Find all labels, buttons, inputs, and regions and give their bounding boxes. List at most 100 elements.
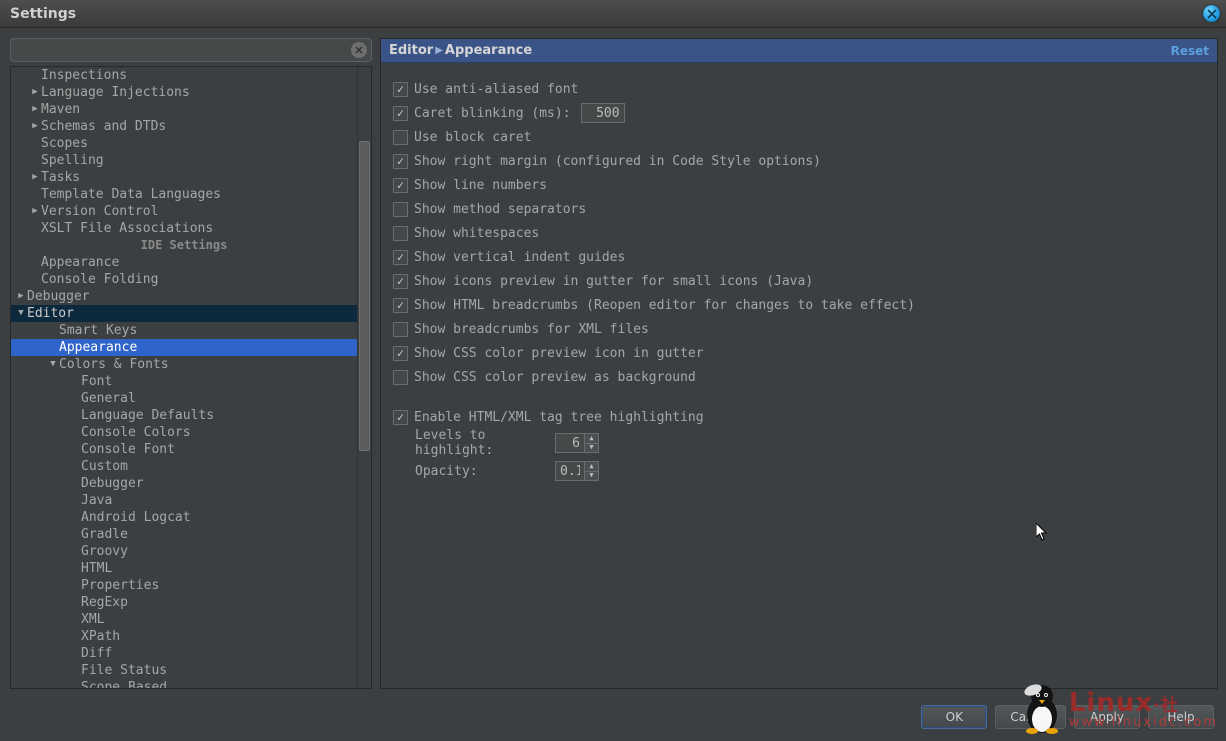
tree-item[interactable]: ▶Diff: [11, 645, 357, 662]
chevron-right-icon[interactable]: ▶: [29, 118, 41, 135]
tree-item-label: Scope Based: [81, 679, 167, 688]
tree-item-label: Maven: [41, 101, 80, 118]
tree-item[interactable]: ▶XPath: [11, 628, 357, 645]
tree-item[interactable]: ▶Gradle: [11, 526, 357, 543]
tree-item-label: Language Injections: [41, 84, 190, 101]
tree-item-label: Font: [81, 373, 112, 390]
chevron-right-icon[interactable]: ▶: [29, 84, 41, 101]
opt-whitespaces[interactable]: Show whitespaces: [393, 221, 1205, 245]
tree-item[interactable]: ▶Debugger: [11, 288, 357, 305]
tree-item[interactable]: ▶Console Font: [11, 441, 357, 458]
opt-html-breadcrumbs[interactable]: Show HTML breadcrumbs (Reopen editor for…: [393, 293, 1205, 317]
tree-item[interactable]: ▶Console Folding: [11, 271, 357, 288]
opt-caret-blinking[interactable]: Caret blinking (ms):: [393, 101, 1205, 125]
opt-css-background[interactable]: Show CSS color preview as background: [393, 365, 1205, 389]
opacity-input[interactable]: [555, 461, 585, 481]
checkbox-icon[interactable]: [393, 346, 408, 361]
tree-item[interactable]: ▶Font: [11, 373, 357, 390]
reset-link[interactable]: Reset: [1171, 44, 1209, 58]
opt-method-separators[interactable]: Show method separators: [393, 197, 1205, 221]
content: ▶Inspections▶Language Injections▶Maven▶S…: [0, 28, 1226, 693]
spinner-icon[interactable]: ▲▼: [585, 461, 599, 481]
tree-item[interactable]: ▶HTML: [11, 560, 357, 577]
tree-item[interactable]: ▶Java: [11, 492, 357, 509]
help-button[interactable]: Help: [1148, 705, 1214, 729]
scrollbar-thumb[interactable]: [359, 141, 370, 451]
tree-item[interactable]: ▶Custom: [11, 458, 357, 475]
tree-item[interactable]: ▶Scope Based: [11, 679, 357, 688]
tree-item[interactable]: ▶Android Logcat: [11, 509, 357, 526]
tree-item[interactable]: ▶RegExp: [11, 594, 357, 611]
tree-item[interactable]: ▶Appearance: [11, 254, 357, 271]
tree-item[interactable]: ▶File Status: [11, 662, 357, 679]
checkbox-icon[interactable]: [393, 250, 408, 265]
tree-item[interactable]: ▶Appearance: [11, 339, 357, 356]
caret-blink-input[interactable]: [581, 103, 625, 123]
checkbox-icon[interactable]: [393, 410, 408, 425]
checkbox-icon[interactable]: [393, 130, 408, 145]
opt-line-numbers[interactable]: Show line numbers: [393, 173, 1205, 197]
chevron-right-icon[interactable]: ▶: [29, 169, 41, 186]
checkbox-icon[interactable]: [393, 178, 408, 193]
tree-item-label: Android Logcat: [81, 509, 191, 526]
tree-item[interactable]: ▶XSLT File Associations: [11, 220, 357, 237]
chevron-right-icon[interactable]: ▶: [29, 101, 41, 118]
tree-item-label: XML: [81, 611, 104, 628]
opt-indent-guides[interactable]: Show vertical indent guides: [393, 245, 1205, 269]
search-field[interactable]: [10, 38, 372, 62]
checkbox-icon[interactable]: [393, 202, 408, 217]
tree-item[interactable]: ▶Inspections: [11, 67, 357, 84]
tree-item[interactable]: ▶Scopes: [11, 135, 357, 152]
chevron-down-icon[interactable]: ▼: [47, 356, 59, 373]
chevron-down-icon[interactable]: ▼: [15, 305, 27, 322]
tree-item[interactable]: ▶Smart Keys: [11, 322, 357, 339]
tree-item-label: Properties: [81, 577, 159, 594]
tree-item[interactable]: ▶Properties: [11, 577, 357, 594]
levels-input[interactable]: [555, 433, 585, 453]
tree-item[interactable]: ▶Debugger: [11, 475, 357, 492]
tree-item[interactable]: ▶Console Colors: [11, 424, 357, 441]
chevron-right-icon[interactable]: ▶: [15, 288, 27, 305]
tree-item[interactable]: ▶Groovy: [11, 543, 357, 560]
tree-item[interactable]: ▼Editor: [11, 305, 357, 322]
tree-item[interactable]: ▶XML: [11, 611, 357, 628]
tree-item-label: Editor: [27, 305, 74, 322]
chevron-right-icon[interactable]: ▶: [29, 203, 41, 220]
close-icon[interactable]: [1203, 5, 1220, 22]
tree-item[interactable]: ▶Language Defaults: [11, 407, 357, 424]
opt-tag-tree[interactable]: Enable HTML/XML tag tree highlighting: [393, 405, 1205, 429]
ok-button[interactable]: OK: [921, 705, 987, 729]
tree-item[interactable]: ▶Language Injections: [11, 84, 357, 101]
apply-button[interactable]: Apply: [1074, 705, 1140, 729]
tree-item[interactable]: ▶Template Data Languages: [11, 186, 357, 203]
tree-item[interactable]: ▶Version Control: [11, 203, 357, 220]
checkbox-icon[interactable]: [393, 82, 408, 97]
checkbox-icon[interactable]: [393, 226, 408, 241]
tree-item[interactable]: ▼Colors & Fonts: [11, 356, 357, 373]
tree-item[interactable]: ▶Tasks: [11, 169, 357, 186]
opt-block-caret[interactable]: Use block caret: [393, 125, 1205, 149]
tree-item[interactable]: ▶Schemas and DTDs: [11, 118, 357, 135]
tree-item[interactable]: ▶Maven: [11, 101, 357, 118]
spinner-icon[interactable]: ▲▼: [585, 433, 599, 453]
checkbox-icon[interactable]: [393, 370, 408, 385]
opt-label: Caret blinking (ms):: [414, 106, 571, 121]
checkbox-icon[interactable]: [393, 106, 408, 121]
opt-gutter-icons[interactable]: Show icons preview in gutter for small i…: [393, 269, 1205, 293]
tree-item[interactable]: ▶Spelling: [11, 152, 357, 169]
search-input[interactable]: [11, 39, 371, 61]
opt-label: Levels to highlight:: [415, 428, 555, 458]
tree-scrollbar[interactable]: [357, 67, 371, 688]
checkbox-icon[interactable]: [393, 274, 408, 289]
cancel-button[interactable]: Cancel: [995, 705, 1066, 729]
tree-item[interactable]: ▶General: [11, 390, 357, 407]
checkbox-icon[interactable]: [393, 298, 408, 313]
checkbox-icon[interactable]: [393, 154, 408, 169]
opt-right-margin[interactable]: Show right margin (configured in Code St…: [393, 149, 1205, 173]
tree-item-label: Console Folding: [41, 271, 158, 288]
checkbox-icon[interactable]: [393, 322, 408, 337]
opt-css-gutter[interactable]: Show CSS color preview icon in gutter: [393, 341, 1205, 365]
opt-anti-aliased[interactable]: Use anti-aliased font: [393, 77, 1205, 101]
clear-search-icon[interactable]: [351, 42, 367, 58]
opt-xml-breadcrumbs[interactable]: Show breadcrumbs for XML files: [393, 317, 1205, 341]
